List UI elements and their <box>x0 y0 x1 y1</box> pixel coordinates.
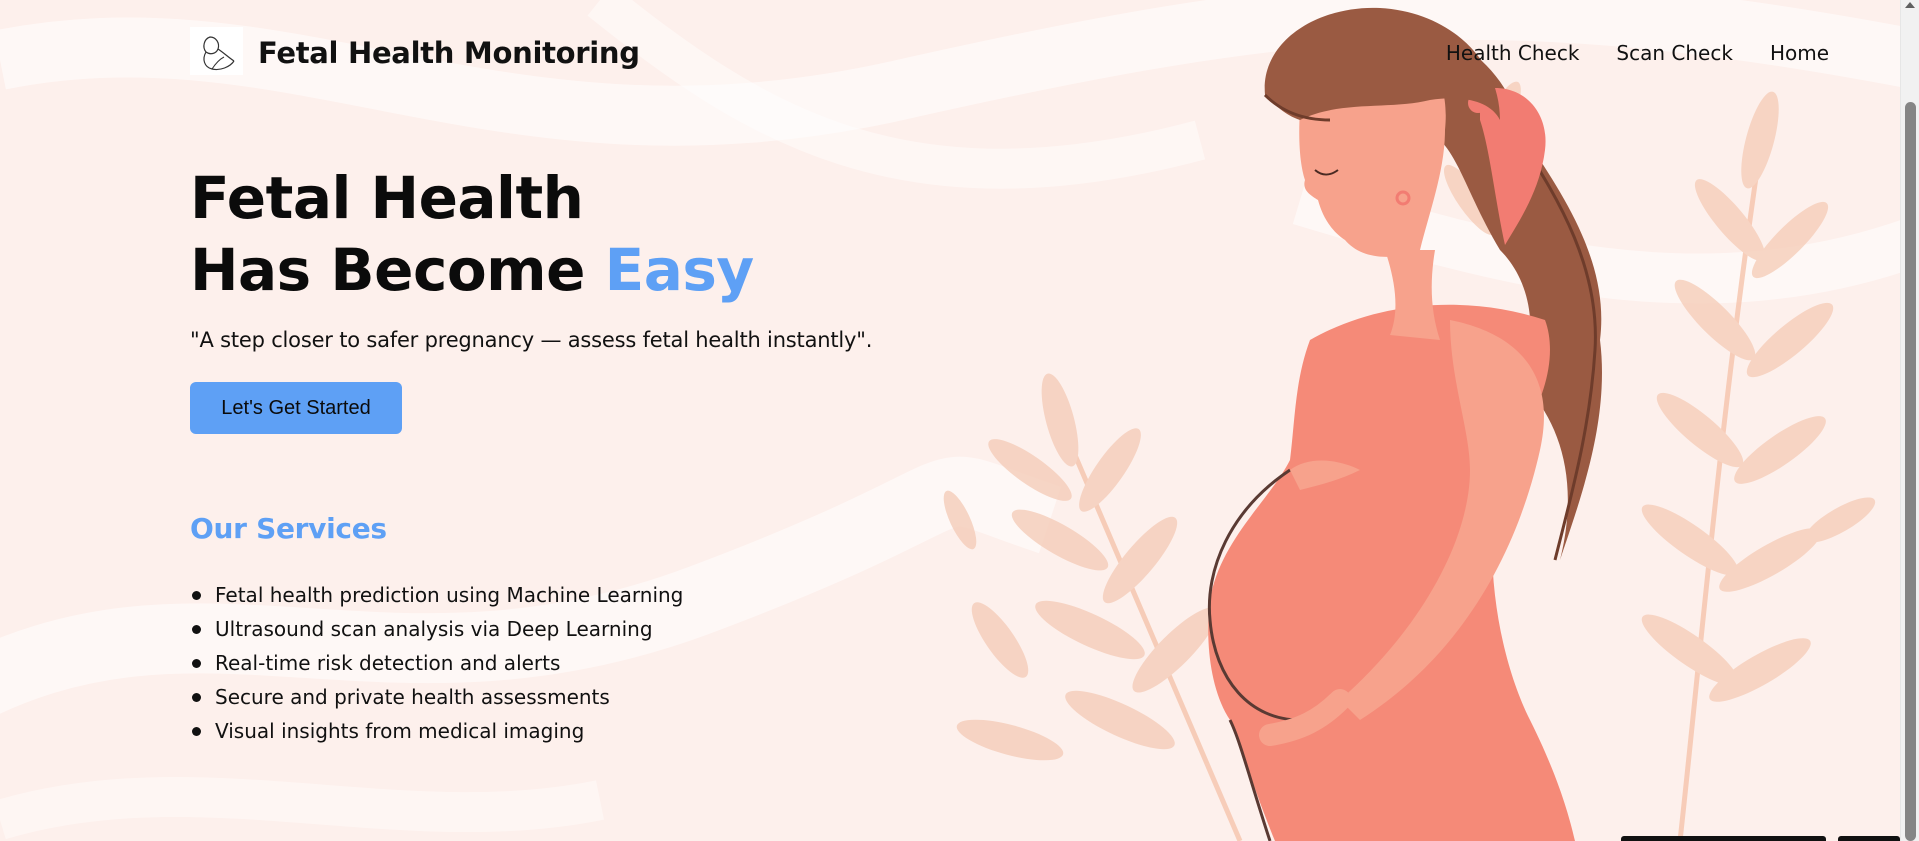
bullet-icon <box>192 591 201 600</box>
get-started-button[interactable]: Let's Get Started <box>190 382 402 434</box>
bullet-icon <box>192 625 201 634</box>
baby-logo-icon[interactable] <box>190 27 243 75</box>
nav-link-health-check[interactable]: Health Check <box>1446 41 1580 65</box>
services-list: Fetal health prediction using Machine Le… <box>190 578 683 748</box>
service-label: Fetal health prediction using Machine Le… <box>215 583 684 607</box>
hero-title-line1: Fetal Health <box>190 164 584 232</box>
scroll-thumb[interactable] <box>1905 102 1916 841</box>
list-item: Fetal health prediction using Machine Le… <box>190 578 683 612</box>
service-label: Real-time risk detection and alerts <box>215 651 561 675</box>
navbar: Fetal Health Monitoring Health Check Sca… <box>0 0 1900 104</box>
nav-link-home[interactable]: Home <box>1770 41 1829 65</box>
hero-title-line2-prefix: Has Become <box>190 236 605 304</box>
partial-button-right[interactable] <box>1838 836 1900 841</box>
hero-tagline: "A step closer to safer pregnancy — asse… <box>190 328 873 352</box>
list-item: Real-time risk detection and alerts <box>190 646 683 680</box>
vertical-scrollbar[interactable] <box>1900 0 1919 841</box>
services-title: Our Services <box>190 512 387 545</box>
service-label: Ultrasound scan analysis via Deep Learni… <box>215 617 653 641</box>
service-label: Secure and private health assessments <box>215 685 610 709</box>
list-item: Visual insights from medical imaging <box>190 714 683 748</box>
partial-button-left[interactable] <box>1621 836 1826 841</box>
nav-link-scan-check[interactable]: Scan Check <box>1616 41 1733 65</box>
nav-links: Health Check Scan Check Home <box>1446 41 1829 65</box>
bullet-icon <box>192 693 201 702</box>
scroll-up-arrow-icon[interactable] <box>1905 2 1915 8</box>
hero-title: Fetal Health Has Become Easy <box>190 162 754 306</box>
hero-title-accent: Easy <box>604 236 755 304</box>
bullet-icon <box>192 727 201 736</box>
bullet-icon <box>192 659 201 668</box>
service-label: Visual insights from medical imaging <box>215 719 585 743</box>
pregnant-woman-illustration <box>943 7 1876 841</box>
list-item: Ultrasound scan analysis via Deep Learni… <box>190 612 683 646</box>
brand-title[interactable]: Fetal Health Monitoring <box>258 36 640 70</box>
list-item: Secure and private health assessments <box>190 680 683 714</box>
